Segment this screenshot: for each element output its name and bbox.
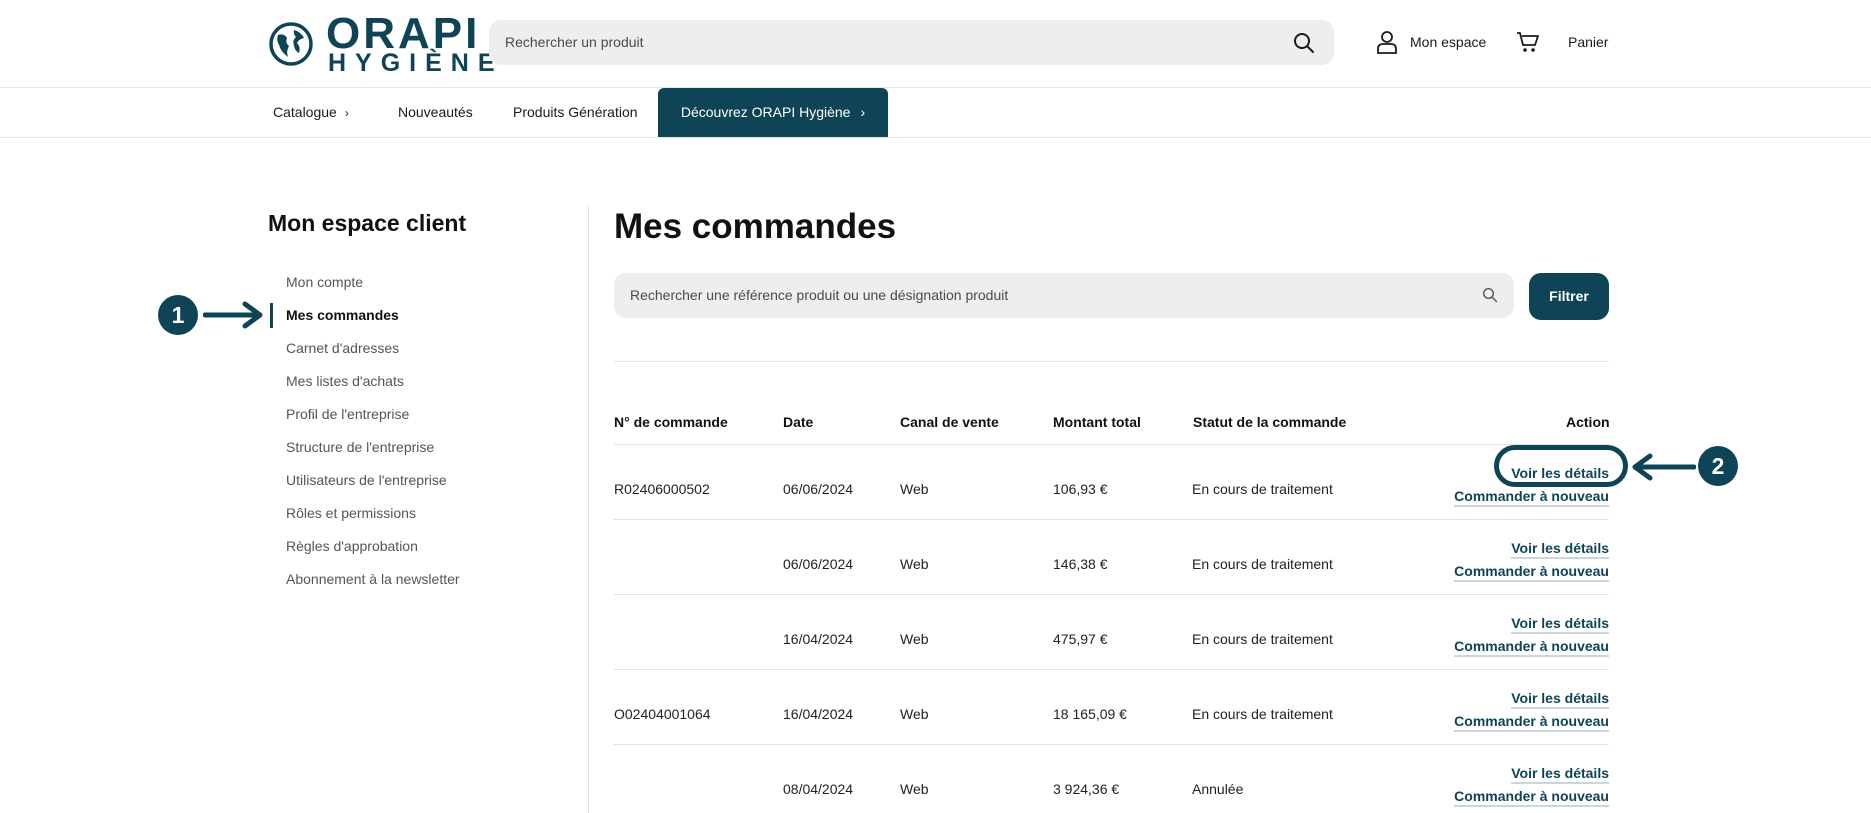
sidebar-item-utilisateurs[interactable]: Utilisateurs de l'entreprise [268,464,548,497]
nav-item-catalogue[interactable]: Catalogue › [273,88,349,137]
sidebar-title: Mon espace client [268,210,467,236]
order-channel: Web [900,481,929,497]
filter-button[interactable]: Filtrer [1529,273,1609,320]
arrow-left-icon [1632,453,1696,481]
table-row: 16/04/2024 Web 475,97 € En cours de trai… [614,594,1609,669]
order-total: 106,93 € [1053,481,1108,497]
order-status: En cours de traitement [1192,556,1333,572]
reorder-link[interactable]: Commander à nouveau [1454,713,1609,732]
reorder-link[interactable]: Commander à nouveau [1454,488,1609,507]
product-search-input[interactable]: Rechercher un produit [489,20,1334,65]
arrow-right-icon [203,301,263,329]
orapi-logo[interactable]: ORAPI HYGIÈNE [268,9,495,77]
search-icon[interactable] [1292,31,1316,55]
reorder-link[interactable]: Commander à nouveau [1454,638,1609,657]
sidebar-item-listes-achats[interactable]: Mes listes d'achats [268,365,548,398]
account-link[interactable]: Mon espace [1410,34,1486,50]
order-channel: Web [900,556,929,572]
order-date: 16/04/2024 [783,706,854,722]
page-title: Mes commandes [614,207,897,246]
cart-link[interactable]: Panier [1568,34,1608,50]
table-row: 08/04/2024 Web 3 924,36 € Annulée Voir l… [614,744,1609,813]
view-details-link[interactable]: Voir les détails [1511,765,1609,784]
column-header-action: Action [1566,414,1610,430]
view-details-link[interactable]: Voir les détails [1511,690,1609,709]
order-total: 475,97 € [1053,631,1108,647]
order-date: 06/06/2024 [783,481,854,497]
sidebar-item-regles-approbation[interactable]: Règles d'approbation [268,530,548,563]
column-header-total: Montant total [1053,414,1141,430]
column-header-order-number: N° de commande [614,414,728,430]
order-status: En cours de traitement [1192,631,1333,647]
order-status: Annulée [1192,781,1244,797]
user-icon[interactable] [1376,30,1398,54]
column-header-status: Statut de la commande [1193,414,1347,430]
order-number: R02406000502 [614,481,710,497]
section-divider [614,361,1609,362]
order-channel: Web [900,781,929,797]
search-placeholder: Rechercher un produit [505,34,644,50]
chevron-right-icon: › [344,106,349,120]
order-total: 18 165,09 € [1053,706,1127,722]
annotation-badge-2: 2 [1698,446,1738,486]
order-total: 146,38 € [1053,556,1108,572]
order-date: 06/06/2024 [783,556,854,572]
order-date: 16/04/2024 [783,631,854,647]
sidebar-item-profil-entreprise[interactable]: Profil de l'entreprise [268,398,548,431]
sidebar-divider [588,206,589,813]
view-details-link[interactable]: Voir les détails [1511,540,1609,559]
table-row: 06/06/2024 Web 146,38 € En cours de trai… [614,519,1609,594]
view-details-link[interactable]: Voir les détails [1511,615,1609,634]
search-placeholder: Rechercher une référence produit ou une … [630,287,1009,303]
sidebar-item-newsletter[interactable]: Abonnement à la newsletter [268,563,548,596]
nav-cta-label: Découvrez ORAPI Hygiène [680,104,851,120]
nav-item-label: Nouveautés [398,104,473,120]
column-header-channel: Canal de vente [900,414,999,430]
column-header-date: Date [783,414,814,430]
order-search-input[interactable]: Rechercher une référence produit ou une … [614,273,1514,318]
site-header: ORAPI HYGIÈNE Rechercher un produit Mon … [0,0,1871,88]
table-row: R02406000502 06/06/2024 Web 106,93 € En … [614,444,1609,519]
order-status: En cours de traitement [1192,706,1333,722]
sidebar-item-mes-commandes[interactable]: Mes commandes [268,299,548,332]
nav-cta-decouvrez[interactable]: Découvrez ORAPI Hygiène › [658,88,888,137]
main-nav: Catalogue › Nouveautés Produits Génératio… [0,88,1871,138]
table-row: O02404001064 16/04/2024 Web 18 165,09 € … [614,669,1609,744]
sidebar-item-mon-compte[interactable]: Mon compte [268,266,548,299]
order-number: O02404001064 [614,706,711,722]
order-total: 3 924,36 € [1053,781,1120,797]
reorder-link[interactable]: Commander à nouveau [1454,563,1609,582]
globe-icon [269,22,313,66]
annotation-highlight-ring [1494,445,1628,487]
nav-item-label: Produits Génération [513,104,638,120]
order-date: 08/04/2024 [783,781,854,797]
order-channel: Web [900,631,929,647]
sidebar-menu: Mon compte Mes commandes Carnet d'adress… [268,266,548,596]
reorder-link[interactable]: Commander à nouveau [1454,788,1609,807]
sidebar-item-structure-entreprise[interactable]: Structure de l'entreprise [268,431,548,464]
sidebar-item-roles-permissions[interactable]: Rôles et permissions [268,497,548,530]
nav-item-nouveautes[interactable]: Nouveautés [398,88,473,137]
nav-item-produits-generation[interactable]: Produits Génération [513,88,638,137]
annotation-badge-1: 1 [158,295,198,335]
chevron-right-icon: › [860,104,866,120]
order-status: En cours de traitement [1192,481,1333,497]
cart-icon[interactable] [1516,31,1540,53]
order-channel: Web [900,706,929,722]
logo-subtitle: HYGIÈNE [328,49,504,77]
search-icon[interactable] [1482,287,1498,303]
sidebar-item-carnet-adresses[interactable]: Carnet d'adresses [268,332,548,365]
nav-item-label: Catalogue [273,104,337,120]
